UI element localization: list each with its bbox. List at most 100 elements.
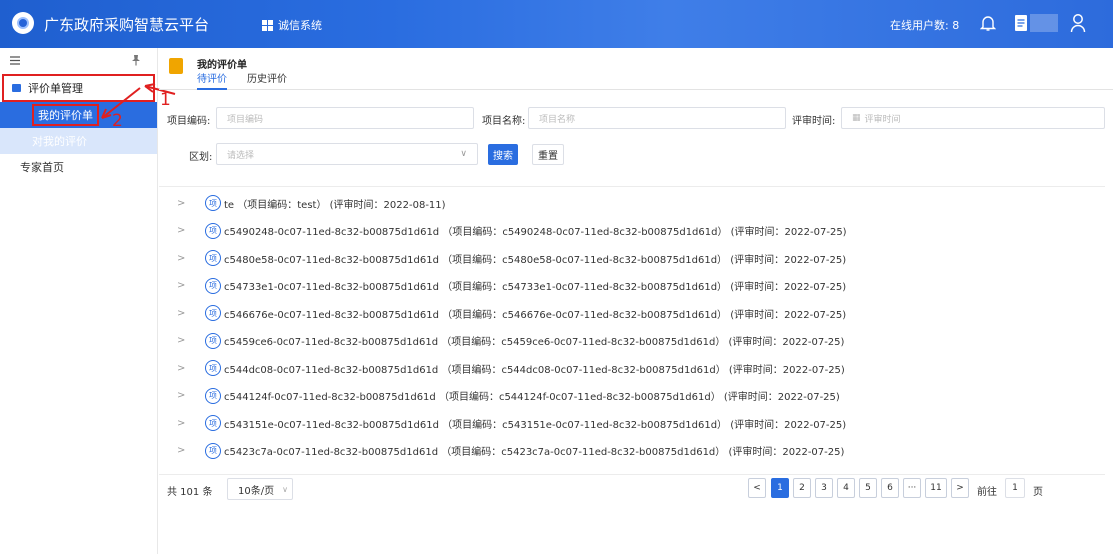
- chevron-down-icon: ∨: [282, 484, 288, 494]
- list-item-label: c54733e1-0c07-11ed-8c32-b00875d1d61d （项目…: [224, 282, 847, 293]
- project-badge-icon: 项: [205, 195, 221, 211]
- chevron-right-icon[interactable]: >: [177, 363, 191, 374]
- document-icon[interactable]: [1014, 14, 1028, 32]
- chevron-down-icon: ∨: [460, 149, 467, 159]
- project-badge-icon: 项: [205, 360, 221, 376]
- chevron-right-icon[interactable]: >: [177, 418, 191, 429]
- list-item[interactable]: > 项 c5490248-0c07-11ed-8c32-b00875d1d61d （…: [177, 222, 847, 240]
- top-header-bar: 广东政府采购智慧云平台 诚信系统 在线用户数: 8: [0, 0, 1113, 48]
- system-label: 诚信系统: [278, 19, 322, 32]
- page-button[interactable]: 4: [837, 478, 855, 498]
- list-item-label: c5423c7a-0c07-11ed-8c32-b00875d1d61d （项目…: [224, 447, 845, 458]
- review-time-picker[interactable]: ▦ 评审时间: [841, 107, 1105, 129]
- review-time-label: 评审时间:: [792, 116, 836, 127]
- page-button[interactable]: 6: [881, 478, 899, 498]
- pin-icon[interactable]: [131, 54, 141, 66]
- reset-button[interactable]: 重置: [532, 144, 564, 165]
- sidebar-toolbar: [0, 48, 157, 74]
- page-unit-label: 页: [1033, 487, 1043, 498]
- sidebar-item-my-evaluations[interactable]: 我的评价单: [0, 102, 157, 128]
- calendar-icon: ▦: [852, 113, 861, 123]
- list-item[interactable]: > 项 c543151e-0c07-11ed-8c32-b00875d1d61d （…: [177, 414, 846, 432]
- list-icon: [12, 84, 21, 92]
- page-header: 我的评价单 待评价 历史评价: [159, 48, 1113, 90]
- project-badge-icon: 项: [205, 415, 221, 431]
- menu-icon[interactable]: [10, 56, 20, 65]
- project-name-input[interactable]: 项目名称: [528, 107, 786, 129]
- goto-page-input[interactable]: 1: [1005, 478, 1025, 498]
- sidebar-item-expert-home[interactable]: 专家首页: [0, 154, 157, 180]
- project-badge-icon: 项: [205, 277, 221, 294]
- chevron-right-icon[interactable]: >: [177, 225, 191, 236]
- list-item[interactable]: > 项 te （项目编码：test） (评审时间：2022-08-11): [177, 194, 446, 212]
- list-item-label: c5459ce6-0c07-11ed-8c32-b00875d1d61d （项目…: [224, 337, 845, 348]
- chevron-right-icon[interactable]: >: [177, 390, 191, 401]
- bell-icon[interactable]: [980, 14, 996, 32]
- list-divider-top: [159, 186, 1105, 187]
- list-divider-bottom: [159, 474, 1105, 475]
- system-switch[interactable]: 诚信系统: [262, 17, 322, 33]
- sidebar: 评价单管理 我的评价单 对我的评价 专家首页: [0, 48, 158, 554]
- project-badge-icon: 项: [205, 332, 221, 349]
- user-icon[interactable]: [1070, 13, 1086, 33]
- chevron-right-icon[interactable]: >: [177, 445, 191, 456]
- annotation-number-2: 2: [112, 111, 123, 131]
- list-item-label: c544124f-0c07-11ed-8c32-b00875d1d61d （项目…: [224, 392, 840, 403]
- search-button[interactable]: 搜索: [488, 144, 518, 165]
- project-code-input[interactable]: 项目编码: [216, 107, 474, 129]
- blurred-user-name: [1030, 14, 1058, 32]
- list-item-label: c546676e-0c07-11ed-8c32-b00875d1d61d （项目…: [224, 309, 847, 321]
- page-button[interactable]: 3: [815, 478, 833, 498]
- project-badge-icon: 项: [205, 250, 221, 266]
- list-item[interactable]: > 项 c5423c7a-0c07-11ed-8c32-b00875d1d61d （…: [177, 442, 844, 460]
- sidebar-item-label: 我的评价单: [32, 104, 99, 126]
- project-badge-icon: 项: [205, 222, 221, 239]
- main-content: 我的评价单 待评价 历史评价 项目编码: 项目编码 项目名称: 项目名称 评审时…: [159, 48, 1113, 554]
- list-item-label: te （项目编码：test） (评审时间：2022-08-11): [224, 199, 446, 211]
- page-size-select[interactable]: 10条/页 ∨: [227, 478, 293, 500]
- page-button[interactable]: 2: [793, 478, 811, 498]
- list-item-label: c543151e-0c07-11ed-8c32-b00875d1d61d （项目…: [224, 419, 847, 431]
- region-label: 区划:: [189, 152, 213, 163]
- page-button[interactable]: 5: [859, 478, 877, 498]
- tab-pending-evaluation[interactable]: 待评价: [197, 70, 227, 90]
- region-placeholder: 请选择: [227, 150, 255, 161]
- list-item[interactable]: > 项 c5459ce6-0c07-11ed-8c32-b00875d1d61d （…: [177, 332, 844, 350]
- chevron-right-icon[interactable]: >: [177, 198, 191, 209]
- sidebar-group-label: 评价单管理: [28, 82, 83, 95]
- page-icon: [169, 58, 183, 74]
- sidebar-group-evaluation[interactable]: 评价单管理: [2, 74, 155, 102]
- tab-history-evaluation[interactable]: 历史评价: [247, 70, 287, 85]
- list-item[interactable]: > 项 c5480e58-0c07-11ed-8c32-b00875d1d61d （…: [177, 249, 846, 267]
- chevron-right-icon[interactable]: >: [177, 280, 191, 291]
- prev-page-button[interactable]: <: [748, 478, 766, 498]
- platform-logo-icon: [12, 12, 34, 34]
- list-item[interactable]: > 项 c546676e-0c07-11ed-8c32-b00875d1d61d （…: [177, 304, 846, 322]
- chevron-right-icon[interactable]: >: [177, 335, 191, 346]
- list-item[interactable]: > 项 c54733e1-0c07-11ed-8c32-b00875d1d61d （…: [177, 277, 846, 295]
- project-badge-icon: 项: [205, 442, 221, 459]
- sidebar-item-label: 对我的评价: [32, 135, 87, 148]
- region-select[interactable]: 请选择 ∨: [216, 143, 478, 165]
- total-count: 共 101 条: [167, 487, 213, 498]
- chevron-right-icon[interactable]: >: [177, 253, 191, 264]
- list-item-label: c544dc08-0c07-11ed-8c32-b00875d1d61d （项目…: [224, 364, 845, 376]
- list-item[interactable]: > 项 c544dc08-0c07-11ed-8c32-b00875d1d61d （…: [177, 359, 845, 377]
- grid-icon: [262, 19, 273, 31]
- page-ellipsis-button[interactable]: ···: [903, 478, 921, 498]
- next-page-button[interactable]: >: [951, 478, 969, 498]
- app-title: 广东政府采购智慧云平台: [44, 16, 210, 34]
- chevron-right-icon[interactable]: >: [177, 308, 191, 319]
- project-badge-icon: 项: [205, 387, 221, 404]
- sidebar-item-evaluations-of-me[interactable]: 对我的评价: [0, 128, 157, 154]
- page-size-value: 10条/页: [238, 485, 275, 497]
- project-code-label: 项目编码:: [167, 116, 211, 127]
- project-badge-icon: 项: [205, 305, 221, 321]
- page-button[interactable]: 11: [925, 478, 947, 498]
- list-item-label: c5490248-0c07-11ed-8c32-b00875d1d61d （项目…: [224, 227, 847, 238]
- list-item[interactable]: > 项 c544124f-0c07-11ed-8c32-b00875d1d61d （…: [177, 387, 840, 405]
- review-time-placeholder: 评审时间: [864, 114, 901, 125]
- online-users-count: 在线用户数: 8: [890, 19, 960, 32]
- page-button[interactable]: 1: [771, 478, 789, 498]
- page-title: 我的评价单: [197, 60, 247, 71]
